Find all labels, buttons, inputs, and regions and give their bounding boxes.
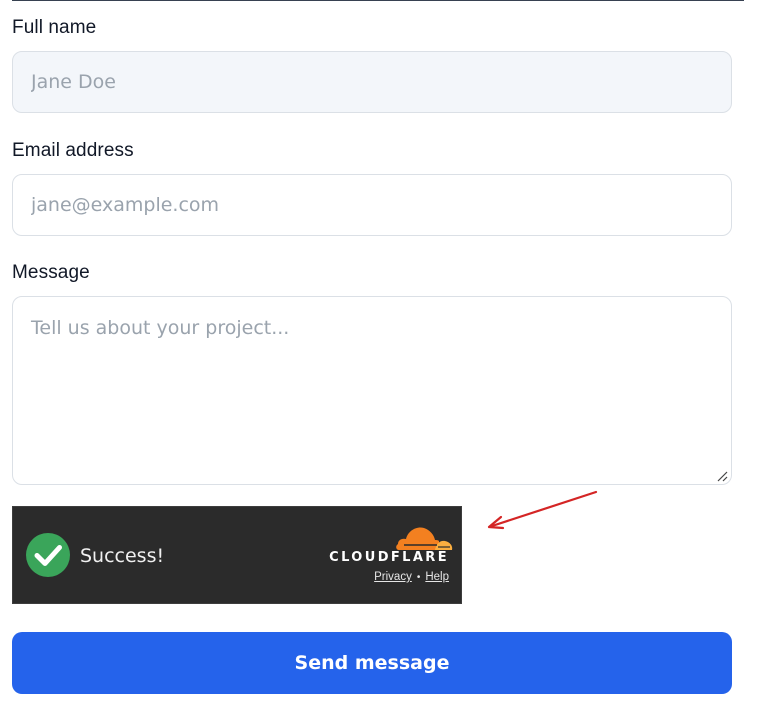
captcha-status-text: Success! [80,545,165,567]
full-name-label: Full name [12,17,97,38]
captcha-links: Privacy • Help [374,571,449,583]
cloudflare-cloud-icon [396,527,453,550]
privacy-link[interactable]: Privacy [374,571,412,583]
check-circle-icon [26,533,70,577]
red-arrow-icon [487,490,598,530]
email-input[interactable] [12,174,732,236]
link-separator: • [416,571,421,583]
send-message-button[interactable]: Send message [12,632,732,694]
message-label: Message [12,262,90,283]
message-textarea[interactable] [12,296,732,485]
cloudflare-wordmark: CLOUDFLARE [329,550,449,565]
cloudflare-turnstile-widget: Success! CLOUDFLARE Privacy • Help [12,506,462,604]
help-link[interactable]: Help [425,571,449,583]
contact-form-page: Full name Email address Message Success!… [0,0,758,720]
resize-handle-icon[interactable] [716,470,728,482]
email-label: Email address [12,140,134,161]
full-name-input[interactable] [12,51,732,113]
top-divider [12,0,744,1]
